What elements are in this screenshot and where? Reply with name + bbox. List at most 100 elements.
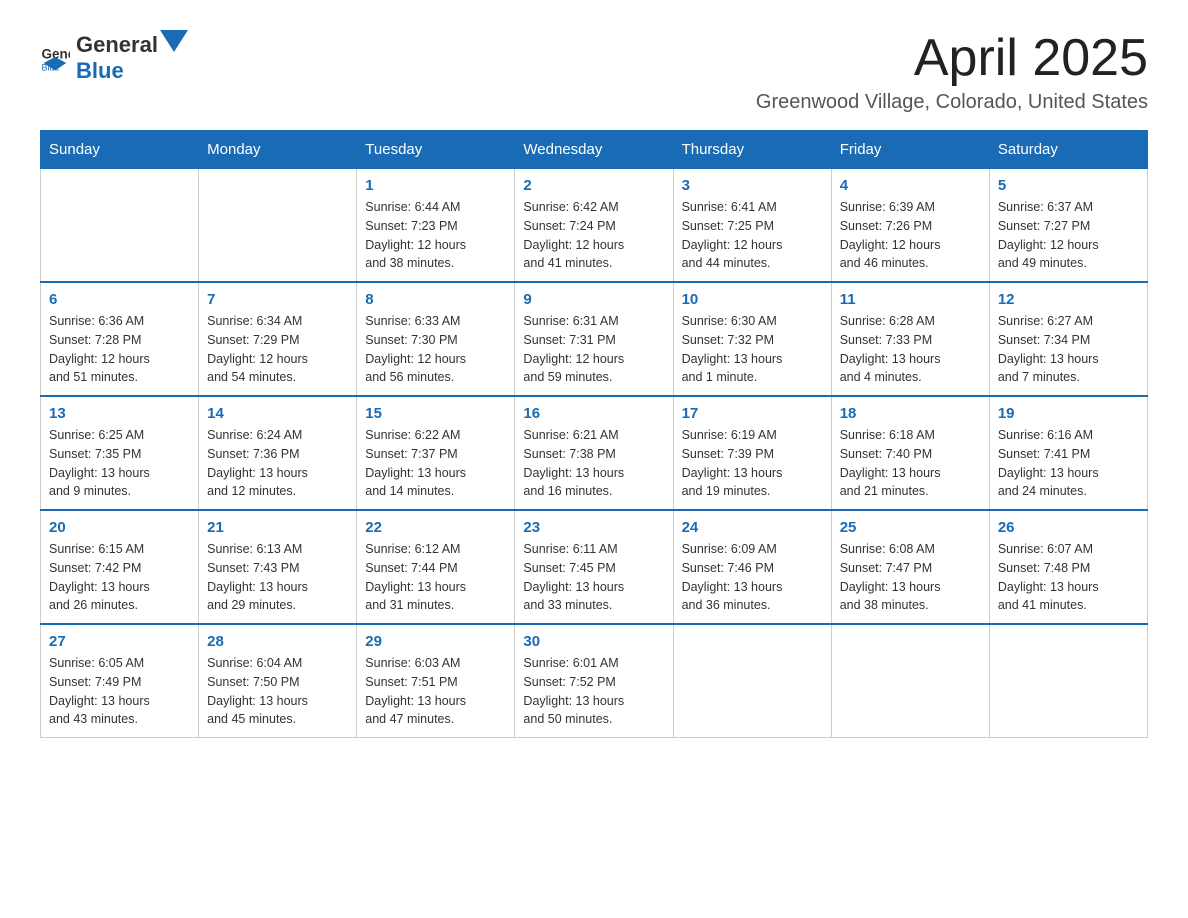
calendar-cell: 30 Sunrise: 6:01 AM Sunset: 7:52 PM Dayli… bbox=[515, 624, 673, 738]
calendar-cell: 8Sunrise: 6:33 AM Sunset: 7:30 PM Daylig… bbox=[357, 282, 515, 396]
day-info: Sunrise: 6:31 AM Sunset: 7:31 PM Dayligh… bbox=[523, 312, 664, 387]
day-number: 20 bbox=[49, 519, 190, 536]
day-number: 7 bbox=[207, 291, 348, 308]
day-number: 25 bbox=[840, 519, 981, 536]
day-info: Sunrise: 6:09 AM Sunset: 7:46 PM Dayligh… bbox=[682, 540, 823, 615]
calendar-cell: 6 Sunrise: 6:36 AM Sunset: 7:28 PM Daylig… bbox=[41, 282, 199, 396]
page-header: General Blue General Blue April 2025 Gre… bbox=[40, 30, 1148, 114]
calendar-cell: 9 Sunrise: 6:31 AM Sunset: 7:31 PM Daylig… bbox=[515, 282, 673, 396]
calendar-cell: 14 Sunrise: 6:24 AM Sunset: 7:36 PM Dayli… bbox=[199, 396, 357, 510]
calendar-cell: 22 Sunrise: 6:12 AM Sunset: 7:44 PM Dayli… bbox=[357, 510, 515, 624]
calendar-cell: 26 Sunrise: 6:07 AM Sunset: 7:48 PM Dayli… bbox=[989, 510, 1147, 624]
day-info: Sunrise: 6:03 AM Sunset: 7:51 PM Dayligh… bbox=[365, 654, 506, 729]
day-number: 11 bbox=[840, 291, 981, 308]
day-number: 16 bbox=[523, 405, 664, 422]
day-info: Sunrise: 6:44 AM Sunset: 7:23 PM Dayligh… bbox=[365, 198, 506, 273]
day-number: 5 bbox=[998, 177, 1139, 194]
calendar-week-row: 27Sunrise: 6:05 AM Sunset: 7:49 PM Dayli… bbox=[41, 624, 1148, 738]
month-title: April 2025 bbox=[756, 30, 1148, 87]
calendar-cell: 1 Sunrise: 6:44 AM Sunset: 7:23 PM Daylig… bbox=[357, 169, 515, 283]
calendar-header-row: SundayMondayTuesdayWednesdayThursdayFrid… bbox=[41, 131, 1148, 169]
day-info: Sunrise: 6:24 AM Sunset: 7:36 PM Dayligh… bbox=[207, 426, 348, 501]
day-info: Sunrise: 6:12 AM Sunset: 7:44 PM Dayligh… bbox=[365, 540, 506, 615]
day-info: Sunrise: 6:11 AM Sunset: 7:45 PM Dayligh… bbox=[523, 540, 664, 615]
day-info: Sunrise: 6:36 AM Sunset: 7:28 PM Dayligh… bbox=[49, 312, 190, 387]
calendar-week-row: 1 Sunrise: 6:44 AM Sunset: 7:23 PM Daylig… bbox=[41, 169, 1148, 283]
day-number: 24 bbox=[682, 519, 823, 536]
calendar-cell: 5 Sunrise: 6:37 AM Sunset: 7:27 PM Daylig… bbox=[989, 169, 1147, 283]
day-number: 17 bbox=[682, 405, 823, 422]
calendar-cell: 4Sunrise: 6:39 AM Sunset: 7:26 PM Daylig… bbox=[831, 169, 989, 283]
calendar-header-monday: Monday bbox=[199, 131, 357, 169]
day-number: 12 bbox=[998, 291, 1139, 308]
logo-triangle-icon bbox=[160, 30, 188, 52]
day-info: Sunrise: 6:25 AM Sunset: 7:35 PM Dayligh… bbox=[49, 426, 190, 501]
day-info: Sunrise: 6:42 AM Sunset: 7:24 PM Dayligh… bbox=[523, 198, 664, 273]
svg-text:Blue: Blue bbox=[42, 63, 60, 73]
calendar-cell bbox=[41, 169, 199, 283]
calendar-cell bbox=[989, 624, 1147, 738]
calendar-cell: 29 Sunrise: 6:03 AM Sunset: 7:51 PM Dayli… bbox=[357, 624, 515, 738]
calendar-header-saturday: Saturday bbox=[989, 131, 1147, 169]
day-number: 26 bbox=[998, 519, 1139, 536]
calendar-cell bbox=[673, 624, 831, 738]
day-number: 13 bbox=[49, 405, 190, 422]
logo-blue-text: Blue bbox=[76, 58, 124, 83]
day-number: 14 bbox=[207, 405, 348, 422]
day-number: 15 bbox=[365, 405, 506, 422]
calendar-header-wednesday: Wednesday bbox=[515, 131, 673, 169]
day-info: Sunrise: 6:30 AM Sunset: 7:32 PM Dayligh… bbox=[682, 312, 823, 387]
calendar-cell: 16 Sunrise: 6:21 AM Sunset: 7:38 PM Dayli… bbox=[515, 396, 673, 510]
day-number: 1 bbox=[365, 177, 506, 194]
day-number: 9 bbox=[523, 291, 664, 308]
calendar-cell: 13 Sunrise: 6:25 AM Sunset: 7:35 PM Dayli… bbox=[41, 396, 199, 510]
logo-general-text: General bbox=[76, 32, 158, 58]
logo: General Blue General Blue bbox=[40, 30, 190, 84]
day-number: 8 bbox=[365, 291, 506, 308]
day-number: 18 bbox=[840, 405, 981, 422]
day-number: 21 bbox=[207, 519, 348, 536]
day-info: Sunrise: 6:21 AM Sunset: 7:38 PM Dayligh… bbox=[523, 426, 664, 501]
day-info: Sunrise: 6:13 AM Sunset: 7:43 PM Dayligh… bbox=[207, 540, 348, 615]
day-info: Sunrise: 6:05 AM Sunset: 7:49 PM Dayligh… bbox=[49, 654, 190, 729]
calendar-cell: 17 Sunrise: 6:19 AM Sunset: 7:39 PM Dayli… bbox=[673, 396, 831, 510]
calendar-cell: 20Sunrise: 6:15 AM Sunset: 7:42 PM Dayli… bbox=[41, 510, 199, 624]
day-number: 30 bbox=[523, 633, 664, 650]
day-info: Sunrise: 6:37 AM Sunset: 7:27 PM Dayligh… bbox=[998, 198, 1139, 273]
calendar-cell bbox=[199, 169, 357, 283]
calendar-cell: 21 Sunrise: 6:13 AM Sunset: 7:43 PM Dayli… bbox=[199, 510, 357, 624]
day-number: 22 bbox=[365, 519, 506, 536]
calendar-cell: 15 Sunrise: 6:22 AM Sunset: 7:37 PM Dayli… bbox=[357, 396, 515, 510]
day-info: Sunrise: 6:22 AM Sunset: 7:37 PM Dayligh… bbox=[365, 426, 506, 501]
day-info: Sunrise: 6:07 AM Sunset: 7:48 PM Dayligh… bbox=[998, 540, 1139, 615]
calendar-cell: 23 Sunrise: 6:11 AM Sunset: 7:45 PM Dayli… bbox=[515, 510, 673, 624]
calendar-cell: 18 Sunrise: 6:18 AM Sunset: 7:40 PM Dayli… bbox=[831, 396, 989, 510]
calendar-cell: 27Sunrise: 6:05 AM Sunset: 7:49 PM Dayli… bbox=[41, 624, 199, 738]
day-info: Sunrise: 6:34 AM Sunset: 7:29 PM Dayligh… bbox=[207, 312, 348, 387]
day-number: 28 bbox=[207, 633, 348, 650]
calendar-header-tuesday: Tuesday bbox=[357, 131, 515, 169]
calendar-cell: 10 Sunrise: 6:30 AM Sunset: 7:32 PM Dayli… bbox=[673, 282, 831, 396]
day-info: Sunrise: 6:01 AM Sunset: 7:52 PM Dayligh… bbox=[523, 654, 664, 729]
calendar-cell: 12Sunrise: 6:27 AM Sunset: 7:34 PM Dayli… bbox=[989, 282, 1147, 396]
day-info: Sunrise: 6:41 AM Sunset: 7:25 PM Dayligh… bbox=[682, 198, 823, 273]
title-block: April 2025 Greenwood Village, Colorado, … bbox=[756, 30, 1148, 114]
day-number: 29 bbox=[365, 633, 506, 650]
calendar-week-row: 13 Sunrise: 6:25 AM Sunset: 7:35 PM Dayli… bbox=[41, 396, 1148, 510]
day-number: 3 bbox=[682, 177, 823, 194]
calendar-week-row: 20Sunrise: 6:15 AM Sunset: 7:42 PM Dayli… bbox=[41, 510, 1148, 624]
day-info: Sunrise: 6:28 AM Sunset: 7:33 PM Dayligh… bbox=[840, 312, 981, 387]
day-number: 10 bbox=[682, 291, 823, 308]
day-info: Sunrise: 6:08 AM Sunset: 7:47 PM Dayligh… bbox=[840, 540, 981, 615]
calendar-cell: 11 Sunrise: 6:28 AM Sunset: 7:33 PM Dayli… bbox=[831, 282, 989, 396]
calendar-cell: 7 Sunrise: 6:34 AM Sunset: 7:29 PM Daylig… bbox=[199, 282, 357, 396]
day-info: Sunrise: 6:18 AM Sunset: 7:40 PM Dayligh… bbox=[840, 426, 981, 501]
day-number: 6 bbox=[49, 291, 190, 308]
calendar-cell: 28Sunrise: 6:04 AM Sunset: 7:50 PM Dayli… bbox=[199, 624, 357, 738]
calendar-header-thursday: Thursday bbox=[673, 131, 831, 169]
day-number: 23 bbox=[523, 519, 664, 536]
calendar-cell: 24 Sunrise: 6:09 AM Sunset: 7:46 PM Dayli… bbox=[673, 510, 831, 624]
day-info: Sunrise: 6:19 AM Sunset: 7:39 PM Dayligh… bbox=[682, 426, 823, 501]
day-number: 4 bbox=[840, 177, 981, 194]
day-number: 2 bbox=[523, 177, 664, 194]
